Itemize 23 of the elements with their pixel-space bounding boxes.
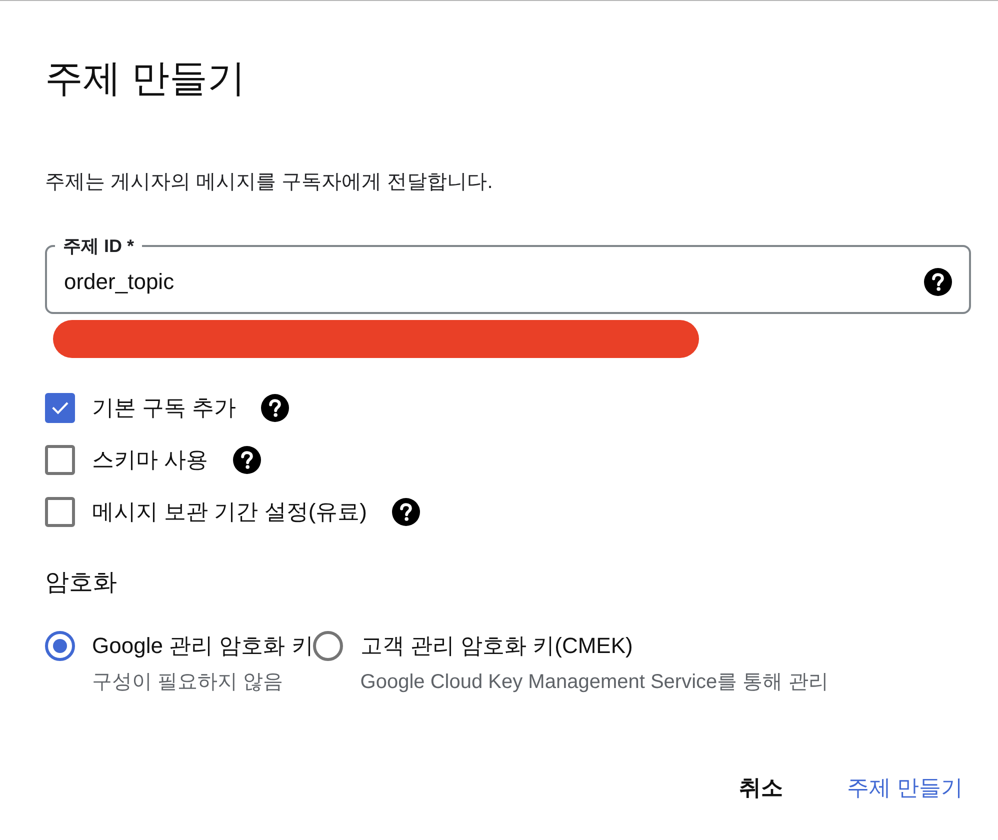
help-icon[interactable] xyxy=(233,446,262,474)
field-value: order_topic xyxy=(64,268,174,296)
dialog-description: 주제는 게시자의 메시지를 구독자에게 전달합니다. xyxy=(45,170,493,195)
radio-label: 고객 관리 암호화 키(CMEK) xyxy=(360,632,633,660)
checkbox[interactable] xyxy=(45,497,75,527)
dialog-title: 주제 만들기 xyxy=(45,57,246,102)
radio-description: 구성이 필요하지 않음 xyxy=(92,670,284,695)
field-label: 주제 ID * xyxy=(62,235,136,258)
radio-label: Google 관리 암호화 키 xyxy=(92,632,314,660)
checkbox-label: 스키마 사용 xyxy=(92,446,208,474)
radio-button[interactable] xyxy=(313,631,344,661)
radio-description: Google Cloud Key Management Service를 통해 관리 xyxy=(360,670,828,695)
section-heading: 암호화 xyxy=(45,568,117,598)
help-icon[interactable] xyxy=(392,498,420,526)
checkbox-label: 기본 구독 추가 xyxy=(92,394,236,422)
cancel-button[interactable]: 취소 xyxy=(722,766,799,810)
checkbox[interactable] xyxy=(45,393,75,423)
help-icon[interactable] xyxy=(924,268,952,296)
radio-button[interactable] xyxy=(45,631,75,661)
checkbox[interactable] xyxy=(45,445,75,475)
create-button[interactable]: 주제 만들기 xyxy=(830,766,979,810)
checkbox-label: 메시지 보관 기간 설정(유료) xyxy=(92,498,367,526)
help-icon[interactable] xyxy=(261,394,290,422)
